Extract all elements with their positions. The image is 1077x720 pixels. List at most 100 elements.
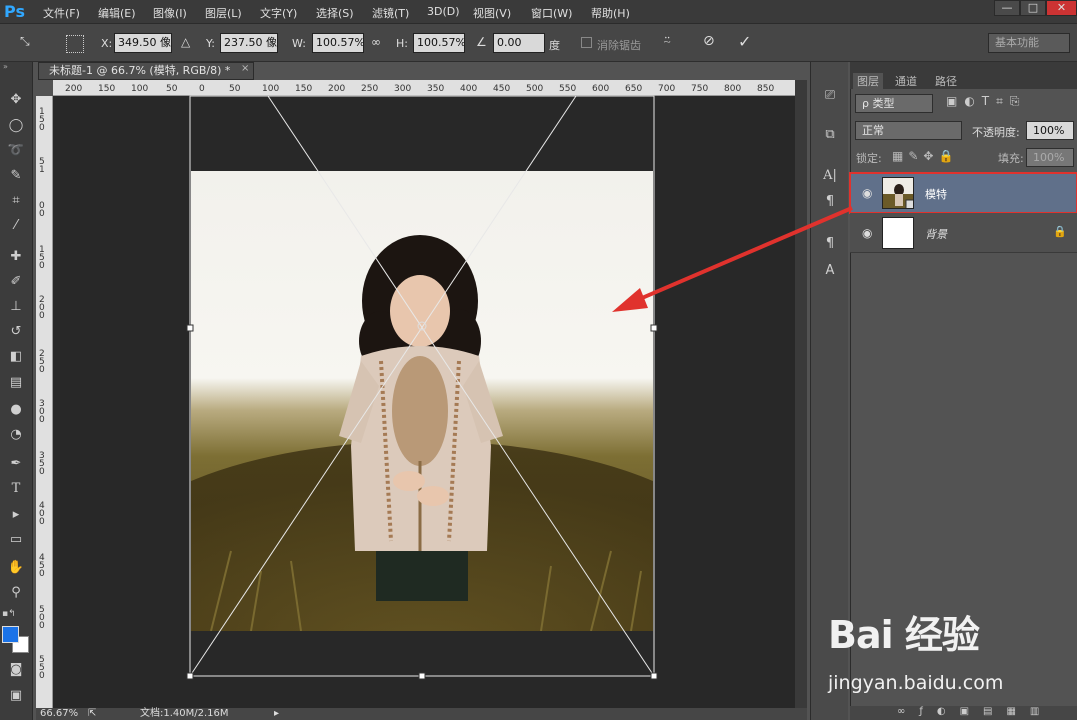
menu-filter[interactable]: 滤镜(T)	[372, 5, 409, 21]
layer-name[interactable]: 背景	[925, 226, 947, 242]
quick-mask-icon[interactable]: ◙	[5, 660, 27, 680]
menu-layer[interactable]: 图层(L)	[205, 5, 242, 21]
menu-edit[interactable]: 编辑(E)	[98, 5, 136, 21]
tab-paths[interactable]: 路径	[935, 73, 957, 89]
blur-tool-icon[interactable]: ●	[5, 400, 27, 420]
layer-row-background[interactable]: ◉ 背景 🔒	[850, 213, 1077, 253]
screen-mode-icon[interactable]: ▣	[5, 686, 27, 706]
ruler-tick: 450	[493, 84, 511, 94]
layer-name[interactable]: 模特	[925, 186, 947, 202]
pen-tool-icon[interactable]: ✒	[5, 454, 27, 474]
layer-row-model[interactable]: ◉ 模特	[849, 172, 1077, 214]
layer-thumbnail	[882, 177, 914, 209]
eye-icon[interactable]: ◉	[862, 186, 872, 200]
relative-position-icon[interactable]: △	[181, 35, 190, 49]
fill-input[interactable]: 100%	[1026, 148, 1074, 167]
watermark-url: jingyan.baidu.com	[828, 672, 1004, 694]
healing-tool-icon[interactable]: ✚	[5, 247, 27, 267]
transform-frame	[189, 95, 655, 677]
marquee-tool-icon[interactable]: ◯	[5, 116, 27, 136]
transform-handle[interactable]	[186, 672, 194, 680]
zoom-level[interactable]: 66.67%	[40, 708, 78, 720]
brush-tool-icon[interactable]: ✐	[5, 272, 27, 292]
restore-button[interactable]: □	[1020, 0, 1046, 16]
menu-type[interactable]: 文字(Y)	[260, 5, 297, 21]
dodge-tool-icon[interactable]: ◔	[5, 425, 27, 445]
warp-mode-icon[interactable]: ⍨	[663, 33, 671, 49]
reference-point-icon[interactable]	[66, 35, 84, 53]
tab-channels[interactable]: 通道	[895, 73, 917, 89]
ruler-tick: 100	[131, 84, 149, 94]
menu-help[interactable]: 帮助(H)	[591, 5, 630, 21]
opacity-input[interactable]: 100%	[1026, 121, 1074, 140]
minimize-button[interactable]: —	[994, 0, 1020, 16]
link-icon[interactable]: ∞	[371, 35, 381, 49]
transform-handle[interactable]	[418, 672, 426, 680]
eyedropper-tool-icon[interactable]: ⁄	[5, 216, 27, 236]
eraser-tool-icon[interactable]: ◧	[5, 347, 27, 367]
clone-stamp-tool-icon[interactable]: ⊥	[5, 297, 27, 317]
layer-filter-select[interactable]: ρ 类型	[855, 94, 933, 113]
crop-tool-icon[interactable]: ⌗	[5, 191, 27, 211]
tab-layers[interactable]: 图层	[853, 73, 883, 89]
close-window-button[interactable]: ✕	[1046, 0, 1077, 16]
zoom-tool-icon[interactable]: ⚲	[5, 583, 27, 603]
document-tab[interactable]: 未标题-1 @ 66.7% (模特, RGB/8) *	[38, 62, 254, 80]
menu-file[interactable]: 文件(F)	[43, 5, 80, 21]
blend-mode-select[interactable]: 正常	[855, 121, 962, 140]
transform-center-point[interactable]	[417, 321, 427, 331]
transform-handle[interactable]	[186, 324, 194, 332]
layer-footer-icons[interactable]: ∞ƒ◐▣▤▦▥	[897, 706, 1053, 717]
ruler-tick: 0	[199, 84, 205, 94]
lasso-tool-icon[interactable]: ➰	[5, 141, 27, 161]
menu-image[interactable]: 图像(I)	[153, 5, 187, 21]
workspace-select[interactable]: 基本功能	[988, 33, 1070, 53]
status-menu-arrow-icon[interactable]: ▸	[274, 708, 279, 720]
adjustments-panel-icon[interactable]: ⧉	[819, 125, 841, 145]
lock-icons[interactable]: ▦✎✥🔒	[892, 149, 958, 163]
collapse-icon[interactable]: »	[0, 62, 33, 72]
rectangle-tool-icon[interactable]: ▭	[5, 530, 27, 550]
gradient-tool-icon[interactable]: ▤	[5, 373, 27, 393]
height-input[interactable]: 100.57%	[413, 33, 465, 53]
default-colors-icon[interactable]: ▪↰	[2, 609, 16, 619]
layer-filter-icons[interactable]: ▣◐T⌗⎘	[946, 94, 1027, 109]
commit-transform-icon[interactable]: ✓	[738, 32, 751, 51]
share-icon[interactable]: ⇱	[88, 708, 96, 720]
move-tool-icon[interactable]: ✥	[5, 90, 27, 110]
type-tool-icon[interactable]: T	[5, 479, 27, 499]
quick-select-tool-icon[interactable]: ✎	[5, 166, 27, 186]
arrow-shaft	[627, 206, 853, 306]
transform-handle[interactable]	[650, 324, 658, 332]
menu-select[interactable]: 选择(S)	[316, 5, 354, 21]
photoshop-logo: Ps	[4, 2, 25, 21]
transform-handle[interactable]	[650, 672, 658, 680]
transform-tool-icon[interactable]: ⤡	[20, 34, 30, 49]
path-select-tool-icon[interactable]: ▸	[5, 505, 27, 525]
eye-icon[interactable]: ◉	[862, 226, 872, 240]
ruler-tick: 700	[658, 84, 676, 94]
ruler-tick: 250	[361, 84, 379, 94]
transform-bounding-box[interactable]	[186, 95, 661, 681]
cancel-transform-icon[interactable]: ⊘	[703, 33, 715, 49]
antialias-checkbox[interactable]	[581, 37, 592, 48]
width-input[interactable]: 100.57%	[312, 33, 364, 53]
document-tab-close[interactable]: ×	[241, 63, 249, 74]
menu-3d[interactable]: 3D(D)	[427, 5, 460, 18]
vertical-scrollbar[interactable]	[795, 80, 807, 708]
menu-view[interactable]: 视图(V)	[473, 5, 511, 21]
ruler-tick: 0	[39, 467, 45, 477]
x-input[interactable]: 349.50 像素	[114, 33, 172, 53]
history-brush-tool-icon[interactable]: ↺	[5, 322, 27, 342]
ruler-tick: 0	[39, 365, 45, 375]
transform-diagonal	[267, 95, 655, 677]
history-panel-icon[interactable]: ⎚	[819, 86, 841, 106]
foreground-color-swatch[interactable]	[2, 626, 19, 643]
y-label: Y:	[206, 37, 215, 50]
y-input[interactable]: 237.50 像素	[220, 33, 278, 53]
angle-input[interactable]: 0.00	[493, 33, 545, 53]
character-panel-icon[interactable]: A|	[819, 166, 841, 186]
hand-tool-icon[interactable]: ✋	[5, 558, 27, 578]
transform-diagonal	[189, 95, 577, 677]
menu-window[interactable]: 窗口(W)	[531, 5, 572, 21]
